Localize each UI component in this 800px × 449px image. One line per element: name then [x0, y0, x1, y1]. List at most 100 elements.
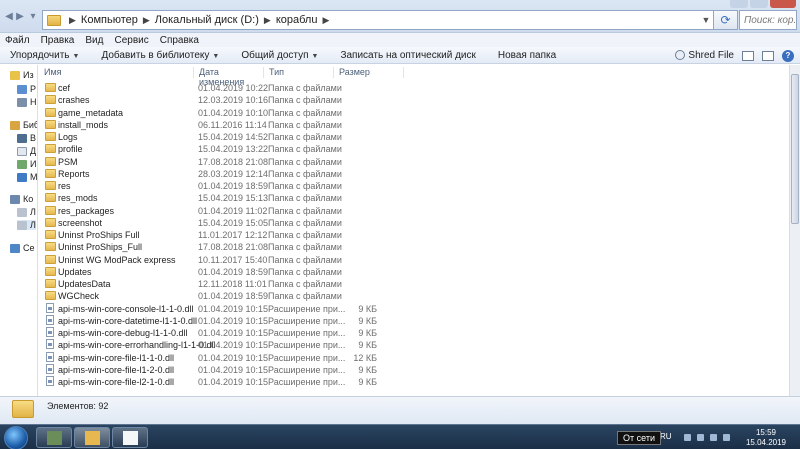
- menu-view[interactable]: Вид: [85, 35, 103, 46]
- preview-pane-icon[interactable]: [762, 50, 774, 61]
- taskbar-app-document[interactable]: [112, 427, 148, 448]
- sidebar-item-videos[interactable]: В: [17, 133, 36, 143]
- file-row[interactable]: api-ms-win-core-datetime-l1-1-0.dll 01.04…: [39, 314, 789, 327]
- chevron-down-icon[interactable]: ▼: [699, 15, 713, 25]
- column-header-size[interactable]: Размер: [334, 67, 404, 78]
- breadcrumb-computer[interactable]: Компьютер: [81, 14, 138, 26]
- column-header-date[interactable]: Дата изменения: [194, 67, 264, 87]
- sidebar-item-local-disk-c[interactable]: Л: [17, 207, 36, 217]
- tray-icon[interactable]: [684, 434, 691, 441]
- view-options-icon[interactable]: [742, 50, 754, 61]
- minimize-button[interactable]: [730, 0, 748, 8]
- sidebar-item-label: Биб: [23, 120, 38, 130]
- file-row[interactable]: res_packages 01.04.2019 11:02 Папка с файл…: [39, 205, 789, 217]
- breadcrumb-drive[interactable]: Локальный диск (D:): [155, 14, 259, 26]
- file-date: 01.04.2019 10:15: [198, 315, 269, 326]
- shred-file-label: Shred File: [688, 50, 734, 61]
- sidebar-item-network[interactable]: Се: [10, 243, 35, 253]
- file-row[interactable]: res 01.04.2019 18:59 Папка с файлами: [39, 180, 789, 192]
- tray-icon[interactable]: [697, 434, 704, 441]
- sidebar-item-label: Л: [30, 220, 36, 230]
- menu-edit[interactable]: Правка: [41, 35, 75, 46]
- start-button[interactable]: [4, 426, 28, 449]
- menu-file[interactable]: Файл: [5, 35, 30, 46]
- maximize-button[interactable]: [750, 0, 768, 8]
- file-name: Reports: [58, 168, 90, 179]
- file-row[interactable]: api-ms-win-core-file-l1-2-0.dll 01.04.201…: [39, 363, 789, 376]
- folder-icon: [47, 14, 61, 26]
- file-row[interactable]: install_mods 06.11.2016 11:14 Папка с файл…: [39, 119, 789, 131]
- file-row[interactable]: WGCheck 01.04.2019 18:59 Папка с файлами: [39, 290, 789, 302]
- add-to-library-button[interactable]: Добавить в библиотеку ▼: [91, 50, 231, 61]
- folder-icon: [45, 95, 56, 105]
- sidebar-item-music[interactable]: М: [17, 172, 37, 182]
- file-row[interactable]: Uninst WG ModPack express 10.11.2017 15:4…: [39, 254, 789, 266]
- file-date: 01.04.2019 10:15: [198, 352, 269, 363]
- column-header-name[interactable]: Имя: [39, 67, 194, 78]
- file-row[interactable]: UpdatesData 12.11.2018 11:01 Папка с файла…: [39, 278, 789, 290]
- file-row[interactable]: Uninst ProShips Full 11.01.2017 12:12 Папк…: [39, 229, 789, 241]
- folder-icon: [45, 205, 56, 215]
- language-indicator[interactable]: RU: [660, 432, 672, 441]
- folder-icon: [45, 242, 56, 252]
- file-type: Папка с файлами: [268, 119, 342, 130]
- refresh-button[interactable]: ⟳: [714, 10, 738, 30]
- sidebar-item-pictures[interactable]: И: [17, 159, 36, 169]
- sidebar-item-libraries[interactable]: Биб: [10, 120, 38, 130]
- burn-button[interactable]: Записать на оптический диск: [330, 50, 487, 61]
- new-folder-button[interactable]: Новая папка: [488, 50, 568, 61]
- file-row[interactable]: game_metadata 01.04.2019 10:10 Папка с фай…: [39, 107, 789, 119]
- volume-icon[interactable]: [723, 434, 730, 441]
- clock[interactable]: 15:59 15.04.2019: [745, 428, 787, 448]
- file-row[interactable]: crashes 12.03.2019 10:16 Папка с файлами: [39, 94, 789, 106]
- close-button[interactable]: [770, 0, 796, 8]
- vertical-scrollbar[interactable]: [789, 65, 800, 396]
- menu-help[interactable]: Справка: [160, 35, 199, 46]
- chevron-right-icon[interactable]: ▶: [264, 15, 271, 26]
- search-input[interactable]: Поиск: кор...: [739, 10, 797, 30]
- column-header-type[interactable]: Тип: [264, 67, 334, 78]
- file-row[interactable]: api-ms-win-core-file-l2-1-0.dll 01.04.201…: [39, 376, 789, 388]
- file-row[interactable]: Updates 01.04.2019 18:59 Папка с файлами: [39, 266, 789, 278]
- chevron-right-icon[interactable]: ▶: [322, 15, 329, 26]
- recent-pages-icon[interactable]: ▾: [28, 11, 38, 23]
- network-tray-icon[interactable]: [710, 434, 717, 441]
- back-icon[interactable]: ◀: [4, 11, 14, 23]
- sidebar-item-local-disk-d[interactable]: Л: [17, 220, 36, 230]
- address-field[interactable]: ▶ Компьютер ▶ Локальный диск (D:) ▶ кора…: [42, 10, 714, 30]
- file-row[interactable]: api-ms-win-core-debug-l1-1-0.dll 01.04.20…: [39, 327, 789, 339]
- file-row[interactable]: screenshot 15.04.2019 15:05 Папка с файлам…: [39, 217, 789, 229]
- help-icon[interactable]: ?: [782, 49, 794, 62]
- file-row[interactable]: Uninst ProShips_Full 17.08.2018 21:08 Папк…: [39, 241, 789, 253]
- file-row[interactable]: cef 01.04.2019 10:22 Папка с файлами: [39, 82, 789, 94]
- forward-icon[interactable]: ▶: [15, 11, 25, 23]
- breadcrumb-folder[interactable]: кораблu: [276, 14, 318, 26]
- file-row[interactable]: profile 15.04.2019 13:22 Папка с файлами: [39, 143, 789, 155]
- folder-icon: [45, 107, 56, 117]
- chevron-right-icon[interactable]: ▶: [143, 15, 150, 26]
- sidebar-item-favorites[interactable]: Из: [10, 70, 34, 80]
- file-size: 9 КБ: [358, 340, 377, 351]
- file-row[interactable]: api-ms-win-core-console-l1-1-0.dll 01.04.…: [39, 302, 789, 315]
- shred-file-button[interactable]: Shred File: [675, 50, 734, 61]
- sidebar-item-documents[interactable]: Д: [17, 146, 36, 156]
- scrollbar-thumb[interactable]: [791, 74, 799, 224]
- file-row[interactable]: Reports 28.03.2019 12:14 Папка с файлами: [39, 168, 789, 180]
- organize-button[interactable]: Упорядочить ▼: [0, 50, 91, 61]
- menu-tools[interactable]: Сервис: [114, 35, 148, 46]
- sidebar-item-downloads[interactable]: Р: [17, 84, 36, 94]
- file-row[interactable]: api-ms-win-core-errorhandling-l1-1-0.dll…: [39, 339, 789, 351]
- file-size: 9 КБ: [358, 377, 377, 387]
- share-button[interactable]: Общий доступ ▼: [231, 50, 330, 61]
- file-row[interactable]: res_mods 15.04.2019 15:13 Папка с файлами: [39, 192, 789, 204]
- file-row[interactable]: PSM 17.08.2018 21:08 Папка с файлами: [39, 156, 789, 168]
- taskbar-app-computer[interactable]: [36, 427, 72, 448]
- chevron-right-icon[interactable]: ▶: [69, 15, 76, 26]
- taskbar-app-explorer[interactable]: [74, 427, 110, 448]
- file-row[interactable]: Logs 15.04.2019 14:52 Папка с файлами: [39, 131, 789, 143]
- file-name: api-ms-win-core-errorhandling-l1-1-0.dll: [58, 340, 216, 351]
- sidebar-item-computer[interactable]: Ко: [10, 194, 33, 204]
- file-row[interactable]: api-ms-win-core-file-l1-1-0.dll 01.04.201…: [39, 351, 789, 364]
- sidebar-item-recent[interactable]: Н: [17, 97, 37, 107]
- taskbar: RU 15:59 15.04.2019: [0, 424, 800, 449]
